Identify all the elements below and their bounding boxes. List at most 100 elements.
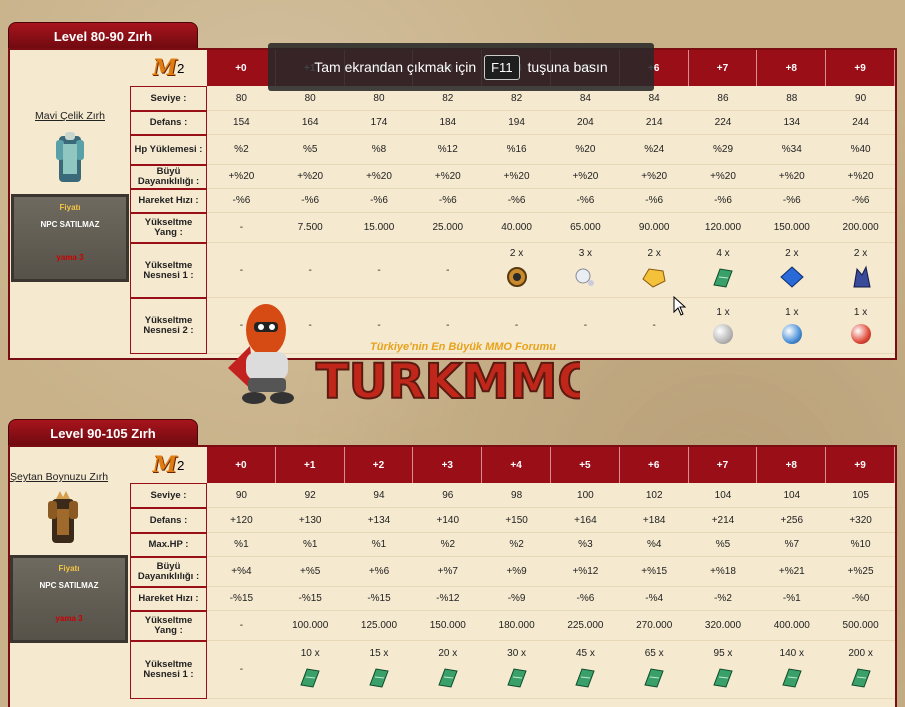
m2-logo: M2	[130, 447, 207, 483]
row-spacer	[10, 587, 130, 611]
stat-value: %5	[275, 135, 345, 165]
stat-value: %34	[757, 135, 827, 165]
upgrade-level-header: +5	[551, 447, 620, 483]
stat-value: 92	[275, 483, 345, 508]
white-orb-icon[interactable]	[712, 324, 733, 344]
stat-value: +140	[413, 508, 483, 533]
green-scroll-icon[interactable]	[848, 665, 874, 692]
stat-value: 180.000	[482, 611, 551, 641]
stat-value: 320.000	[688, 611, 758, 641]
stat-value: -%6	[551, 587, 620, 611]
stat-value: %40	[826, 135, 895, 165]
material-count: 2 x	[853, 248, 868, 259]
upgrade-level-header: +2	[344, 447, 414, 483]
stat-value: +134	[344, 508, 414, 533]
material-count: 140 x	[779, 647, 805, 659]
stat-value: 125.000	[344, 611, 414, 641]
stat-value: 65.000	[551, 213, 620, 243]
stat-value: 40.000	[482, 213, 551, 243]
stat-value: %4	[619, 533, 689, 557]
stat-value: %20	[551, 135, 620, 165]
green-scroll-icon[interactable]	[710, 665, 736, 692]
stat-value: 96	[413, 483, 483, 508]
stat-value: 224	[688, 111, 758, 135]
stat-value: 120.000	[688, 213, 758, 243]
stat-value: 204	[551, 111, 620, 135]
stat-value: -%9	[482, 587, 551, 611]
row-spacer	[10, 135, 130, 165]
stat-value: 214	[619, 111, 689, 135]
stat-value: %1	[207, 533, 276, 557]
gear-ring-icon[interactable]	[504, 265, 530, 292]
stat-value: 105	[826, 483, 895, 508]
stat-value: %2	[413, 533, 483, 557]
stat-label-text: Hp Yüklemesi :	[134, 144, 203, 155]
gold-stone-icon[interactable]	[641, 265, 667, 292]
stat-value: 104	[688, 483, 758, 508]
stat-label-text: Defans :	[149, 117, 188, 128]
green-scroll-icon[interactable]	[572, 665, 598, 692]
stat-label: Büyü Dayanıklılığı :	[130, 165, 207, 189]
material-cell: -	[275, 243, 345, 298]
material-cell: 2 x	[826, 243, 895, 298]
stat-value: %7	[757, 533, 827, 557]
blue-gem-icon[interactable]	[779, 265, 805, 292]
stat-value: %16	[482, 135, 551, 165]
green-scroll-icon[interactable]	[297, 665, 323, 692]
stat-value: +%20	[344, 165, 414, 189]
stat-value: -%2	[688, 587, 758, 611]
stat-label: Seviye :	[130, 86, 207, 111]
stat-value: +214	[688, 508, 758, 533]
stat-value: 184	[413, 111, 483, 135]
stat-value: -%12	[413, 587, 483, 611]
stat-value: %2	[482, 533, 551, 557]
material-cell: -	[344, 243, 414, 298]
header-spacer	[10, 447, 130, 483]
material-cell: 1 x	[688, 298, 758, 354]
material-cell: 15 x	[344, 641, 414, 699]
green-scroll-icon[interactable]	[710, 265, 736, 292]
material-count: 15 x	[369, 647, 389, 659]
stat-label-text: Max.HP :	[148, 539, 189, 550]
material-empty: -	[308, 264, 312, 276]
green-scroll-icon[interactable]	[504, 665, 530, 692]
stat-value: +%9	[482, 557, 551, 587]
stat-value: +%4	[207, 557, 276, 587]
stat-value: 15.000	[344, 213, 414, 243]
section-title: Level 90-105 Zırh	[8, 419, 198, 447]
upgrade-level-header: +7	[688, 50, 758, 86]
red-orb-icon[interactable]	[850, 324, 871, 344]
upgrade-level-header: +9	[826, 447, 895, 483]
upgrade-level-header: +7	[688, 447, 758, 483]
stat-value: 104	[757, 483, 827, 508]
m2-logo: M2	[130, 50, 207, 86]
stat-label-text: Yükseltme Yang :	[144, 615, 193, 636]
stat-value: -%6	[207, 189, 276, 213]
material-count: 1 x	[785, 307, 799, 318]
stat-label-text: Hareket Hızı :	[138, 593, 199, 604]
blue-orb-icon[interactable]	[781, 324, 802, 344]
turkmmo-watermark: Türkiye'nin En Büyük MMO Forumu TURKMMO	[228, 304, 580, 410]
green-scroll-icon[interactable]	[366, 665, 392, 692]
material-cell: 45 x	[551, 641, 620, 699]
row-spacer	[10, 165, 130, 189]
green-scroll-icon[interactable]	[641, 665, 667, 692]
material-cell: 95 x	[688, 641, 758, 699]
stat-label-text: Seviye :	[150, 92, 187, 104]
stat-value: +130	[275, 508, 345, 533]
stat-value: -%6	[826, 189, 895, 213]
stat-value: %10	[826, 533, 895, 557]
pearl-icon[interactable]	[572, 265, 598, 292]
notice-text-before: Tam ekrandan çıkmak için	[314, 59, 477, 75]
green-scroll-icon[interactable]	[435, 665, 461, 692]
crystal-icon[interactable]	[848, 265, 874, 292]
stat-value: %29	[688, 135, 758, 165]
stat-value: 134	[757, 111, 827, 135]
material-cell: 10 x	[275, 641, 345, 699]
stat-value: 100.000	[275, 611, 345, 641]
stat-value: %1	[344, 533, 414, 557]
stat-value: +%6	[344, 557, 414, 587]
green-scroll-icon[interactable]	[779, 665, 805, 692]
upgrade-level-header: +3	[413, 447, 483, 483]
stat-label: Büyü Dayanıklılığı :	[130, 557, 207, 587]
